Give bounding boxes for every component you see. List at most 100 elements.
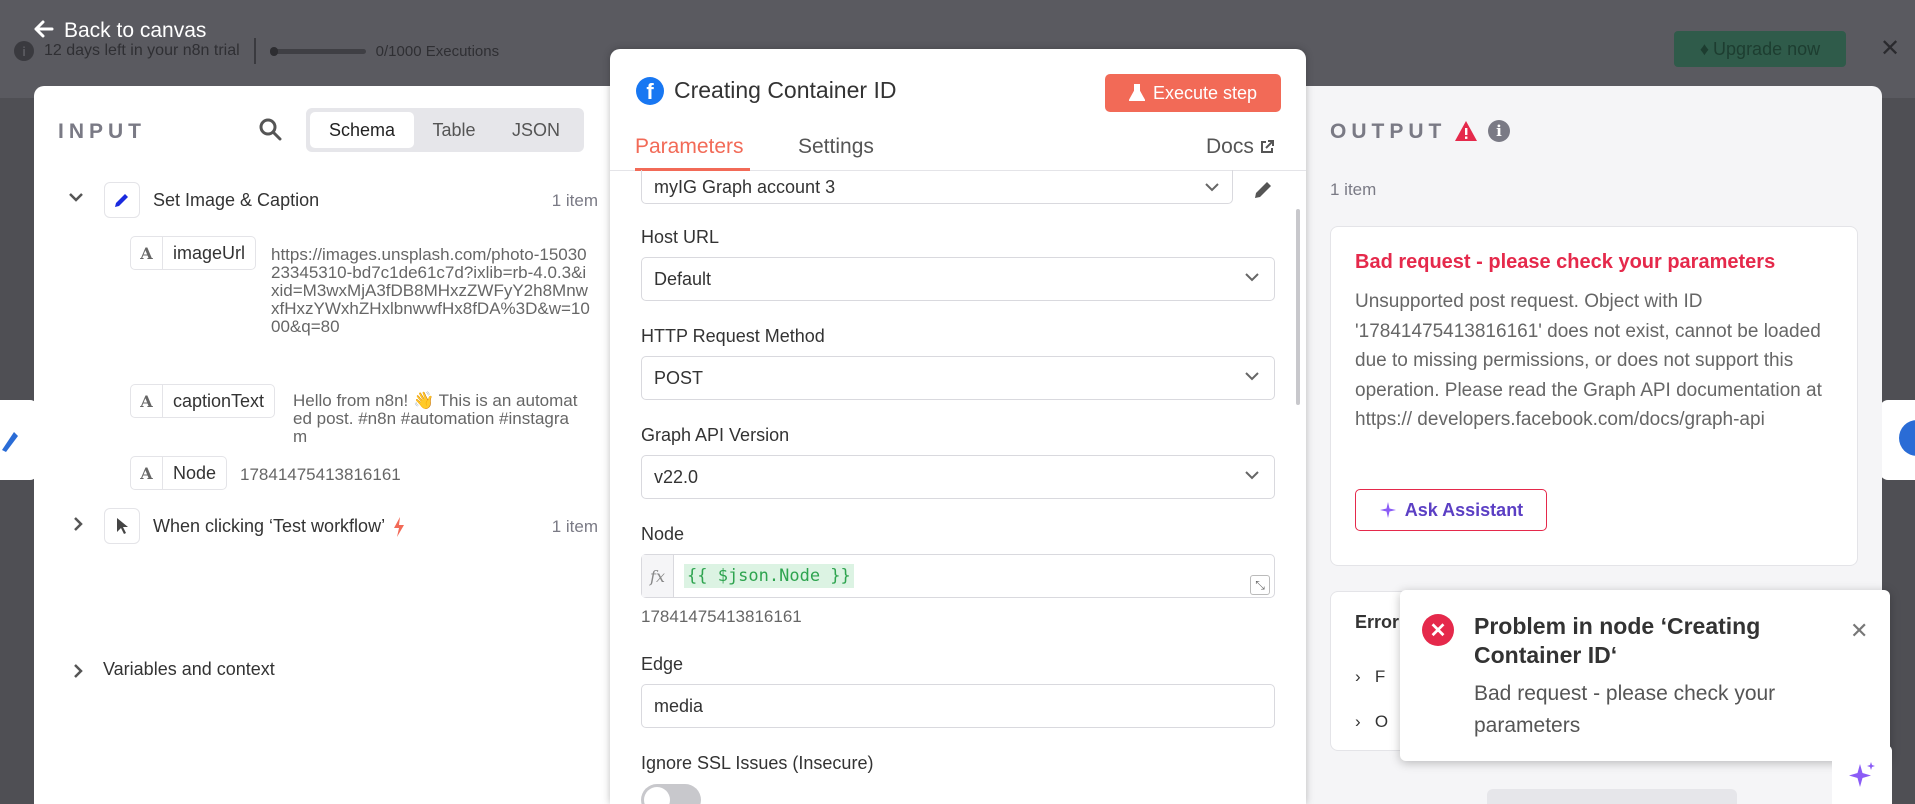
search-icon[interactable] (258, 117, 282, 146)
error-description: Unsupported post request. Object with ID… (1355, 291, 1822, 430)
expression-result: 17841475413816161 (641, 607, 802, 626)
flask-icon (1128, 84, 1145, 101)
tab-settings[interactable]: Settings (798, 135, 874, 159)
edge-value: media (654, 695, 704, 716)
item-count: 1 item (551, 191, 598, 210)
host-url-label: Host URL (641, 227, 720, 247)
executions-progress (269, 46, 366, 56)
api-version-value: v22.0 (654, 466, 699, 487)
chevron-down-icon (1245, 273, 1259, 282)
node-set-image-caption[interactable]: Set Image & Caption (153, 190, 319, 211)
arrow-left-icon (34, 18, 54, 44)
ignore-ssl-toggle[interactable] (641, 784, 701, 804)
facebook-icon: f (636, 77, 664, 105)
divider (253, 38, 256, 64)
field-captiontext[interactable]: A captionText (130, 384, 276, 418)
sparkle-icon (1379, 502, 1396, 518)
field-node[interactable]: A Node (130, 456, 228, 490)
toast-title: Problem in node ‘Creating Container ID‘ (1474, 613, 1761, 668)
tab-schema[interactable]: Schema (310, 112, 414, 148)
docs-label: Docs (1206, 135, 1254, 158)
execute-step-button[interactable]: Execute step (1105, 74, 1281, 112)
error-details-header: Error (1355, 612, 1400, 632)
input-title: INPUT (58, 120, 146, 143)
close-icon[interactable]: ✕ (1850, 618, 1868, 644)
expand-icon[interactable]: ⤡ (1250, 575, 1270, 595)
string-type-icon: A (131, 385, 163, 417)
field-imageurl[interactable]: A imageUrl (130, 236, 257, 270)
node-label: Node (641, 524, 685, 544)
error-card: Bad request - please check your paramete… (1330, 226, 1858, 566)
chevron-down-icon (1205, 183, 1219, 192)
api-version-select[interactable]: v22.0 (641, 455, 1275, 499)
back-to-canvas-button[interactable]: Back to canvas (34, 18, 206, 44)
chevron-down-icon (1245, 372, 1259, 381)
chevron-right-icon[interactable] (72, 663, 84, 684)
tab-parameters[interactable]: Parameters (635, 135, 744, 159)
toast-message: Bad request - please check your paramete… (1474, 682, 1776, 737)
trial-text: 12 days left in your n8n trial (44, 42, 240, 59)
view-mode-switch: Schema Table JSON (306, 108, 584, 152)
error-icon: ✕ (1422, 614, 1454, 646)
item-count: 1 item (1330, 180, 1377, 199)
fx-icon: fx (642, 555, 674, 597)
info-icon: i (14, 41, 34, 61)
variables-and-context[interactable]: Variables and context (103, 659, 275, 680)
right-edge-handle[interactable] (1880, 400, 1915, 480)
sparkle-icon (1849, 761, 1875, 787)
tab-table[interactable]: Table (414, 112, 494, 148)
row-label: F (1374, 667, 1386, 686)
field-name: imageUrl (173, 242, 246, 263)
field-name: captionText (173, 390, 265, 411)
node-manual-trigger[interactable]: When clicking ‘Test workflow’ (153, 516, 405, 537)
pencil-icon (2, 432, 18, 452)
left-edge-handle[interactable] (0, 400, 38, 480)
edit-credential-icon[interactable] (1252, 179, 1274, 201)
assistant-sparkle-button[interactable] (1832, 745, 1892, 804)
item-count: 1 item (551, 517, 598, 536)
host-url-select[interactable]: Default (641, 257, 1275, 301)
edge-label: Edge (641, 654, 684, 674)
chevron-down-icon[interactable] (68, 190, 84, 208)
chevron-down-icon (1245, 471, 1259, 480)
cursor-icon (104, 508, 140, 544)
lightning-icon (394, 516, 405, 537)
node-expression-input[interactable]: fx {{ $json.Node }} ⤡ (641, 554, 1275, 598)
row-label: O (1374, 712, 1389, 731)
chevron-right-icon[interactable] (72, 516, 84, 537)
http-method-label: HTTP Request Method (641, 326, 825, 346)
field-value: Hello from n8n! 👋 This is an automated p… (293, 391, 578, 446)
toggle-knob (644, 787, 670, 804)
ask-assistant-label: Ask Assistant (1404, 499, 1524, 520)
error-title: Bad request - please check your paramete… (1355, 251, 1776, 273)
warning-icon (1455, 121, 1477, 141)
output-title: OUTPUT (1330, 120, 1447, 143)
credential-value: myIG Graph account 3 (654, 177, 836, 197)
tab-json[interactable]: JSON (494, 112, 578, 148)
error-details-row[interactable]: › F (1355, 667, 1385, 687)
info-icon[interactable]: i (1488, 120, 1510, 142)
http-method-value: POST (654, 367, 704, 388)
ignore-ssl-label: Ignore SSL Issues (Insecure) (641, 753, 874, 773)
execute-step-label: Execute step (1152, 82, 1258, 103)
close-banner-icon: ✕ (1880, 35, 1901, 62)
scrollbar[interactable] (1296, 209, 1300, 405)
parameter-tabs: Parameters Settings Docs (610, 129, 1306, 171)
expression-value: {{ $json.Node }} (684, 564, 854, 588)
input-panel: INPUT Schema Table JSON Set Image & Capt… (34, 86, 624, 804)
node-title[interactable]: Creating Container ID (674, 77, 896, 104)
http-method-select[interactable]: POST (641, 356, 1275, 400)
upgrade-button: ♦ Upgrade now (1674, 31, 1846, 67)
docs-link[interactable]: Docs (1206, 135, 1274, 159)
field-value: 17841475413816161 (240, 465, 401, 484)
field-name: Node (173, 462, 217, 483)
bottom-bar (1487, 789, 1737, 804)
pencil-icon (104, 182, 140, 218)
credential-select[interactable]: myIG Graph account 3 (641, 170, 1233, 204)
api-version-label: Graph API Version (641, 425, 790, 445)
error-details-row[interactable]: › O (1355, 712, 1388, 732)
upgrade-label: Upgrade now (1713, 38, 1821, 59)
edge-input[interactable]: media (641, 684, 1275, 728)
external-link-icon (1260, 140, 1274, 153)
ask-assistant-button[interactable]: Ask Assistant (1355, 489, 1547, 531)
